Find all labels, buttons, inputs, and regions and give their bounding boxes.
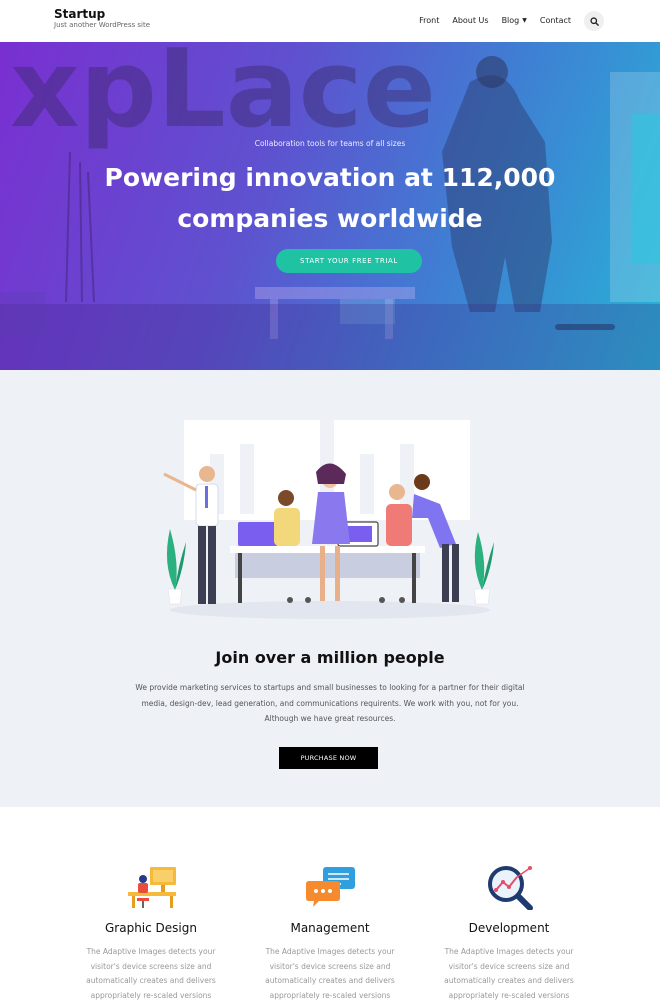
join-section: Join over a million people We provide ma… (0, 370, 660, 807)
chat-bubbles-icon (305, 864, 357, 910)
site-tagline: Just another WordPress site (54, 21, 150, 30)
site-branding[interactable]: Startup Just another WordPress site (54, 7, 150, 30)
hero-title-line-1: Powering innovation at 112,000 (0, 157, 660, 198)
feature-description: The Adaptive Images detects your visitor… (434, 945, 584, 1003)
features-section: Graphic Design The Adaptive Images detec… (0, 807, 660, 991)
magnifier-chart-icon (484, 864, 536, 910)
hero-title: Powering innovation at 112,000 companies… (0, 157, 660, 239)
design-desk-icon (126, 864, 178, 910)
hero-kicker: Collaboration tools for teams of all siz… (0, 139, 660, 148)
nav-item-blog-label: Blog (502, 11, 520, 31)
feature-description: The Adaptive Images detects your visitor… (255, 945, 405, 1003)
feature-description-line: visitor's device screens size and (434, 960, 584, 975)
nav-item-contact[interactable]: Contact (540, 11, 571, 31)
hero-sign-text: xpLace (10, 42, 436, 152)
feature-description-line: visitor's device screens size and (255, 960, 405, 975)
feature-description-line: The Adaptive Images detects your (434, 945, 584, 960)
join-description-line-2: media, design-dev, lead generation, and … (120, 696, 540, 712)
join-title: Join over a million people (0, 648, 660, 667)
feature-description: The Adaptive Images detects your visitor… (76, 945, 226, 1003)
team-illustration (150, 414, 510, 624)
feature-title: Graphic Design (76, 921, 226, 935)
start-free-trial-button[interactable]: START YOUR FREE TRIAL (276, 249, 422, 273)
main-nav: Front About Us Blog ▼ Contact (406, 11, 604, 31)
feature-description-line: automatically creates and delivers (434, 974, 584, 989)
feature-description-line: visitor's device screens size and (76, 960, 226, 975)
feature-description-line: automatically creates and delivers (255, 974, 405, 989)
feature-description-line: The Adaptive Images detects your (255, 945, 405, 960)
join-description-line-1: We provide marketing services to startup… (120, 680, 540, 696)
join-description-line-3: Although we have great resources. (120, 711, 540, 727)
feature-description-line: The Adaptive Images detects your (76, 945, 226, 960)
hero-section: xpLace Collaboration tools for teams of … (0, 42, 660, 370)
hero-title-line-2: companies worldwide (0, 198, 660, 239)
nav-item-front[interactable]: Front (419, 11, 439, 31)
feature-description-line: automatically creates and delivers (76, 974, 226, 989)
purchase-now-button[interactable]: PURCHASE NOW (279, 747, 378, 769)
feature-title: Development (434, 921, 584, 935)
nav-item-blog[interactable]: Blog ▼ (502, 11, 527, 31)
site-title[interactable]: Startup (54, 7, 150, 21)
search-icon (590, 17, 599, 26)
join-description: We provide marketing services to startup… (120, 680, 540, 727)
site-header: Startup Just another WordPress site Fron… (0, 0, 660, 42)
chevron-down-icon: ▼ (522, 11, 527, 31)
search-button[interactable] (584, 11, 604, 31)
nav-item-about-us[interactable]: About Us (452, 11, 488, 31)
feature-title: Management (255, 921, 405, 935)
